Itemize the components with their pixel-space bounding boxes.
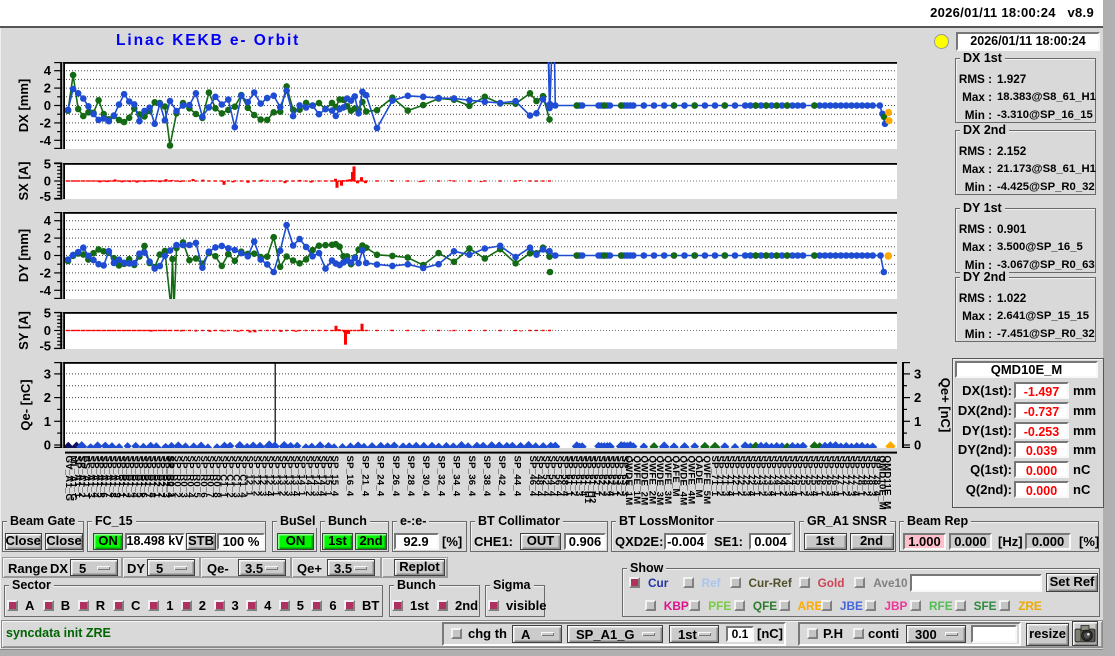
svg-text:2: 2	[914, 390, 921, 405]
svg-text:1: 1	[44, 414, 51, 429]
svg-text:SP_32_4: SP_32_4	[435, 456, 446, 497]
svg-text:SY [A]: SY [A]	[16, 311, 31, 350]
svg-text:SP_42_4: SP_42_4	[496, 456, 507, 497]
svg-text:1: 1	[914, 414, 921, 429]
svg-text:SP_16_4: SP_16_4	[344, 456, 355, 497]
svg-text:SP_21_4: SP_21_4	[359, 456, 370, 497]
svg-text:QMD11E_M: QMD11E_M	[882, 456, 893, 510]
svg-text:-4: -4	[39, 133, 51, 148]
svg-text:SP_24_4: SP_24_4	[375, 456, 386, 497]
svg-text:SP_36_4: SP_36_4	[466, 456, 477, 497]
svg-text:-2: -2	[39, 265, 51, 280]
svg-text:0: 0	[44, 174, 51, 189]
svg-text:Qe- [nC]: Qe- [nC]	[18, 379, 33, 430]
svg-text:0: 0	[44, 98, 51, 113]
svg-text:0: 0	[44, 323, 51, 338]
svg-text:3: 3	[914, 366, 921, 381]
svg-text:4: 4	[44, 213, 52, 228]
svg-text:SP_30_4: SP_30_4	[420, 456, 431, 497]
svg-text:SP_26_4: SP_26_4	[390, 456, 401, 497]
svg-text:DX [mm]: DX [mm]	[16, 79, 31, 132]
svg-text:5: 5	[44, 157, 51, 172]
svg-text:-4: -4	[39, 283, 51, 298]
svg-text:SP_28_4: SP_28_4	[405, 456, 416, 497]
svg-text:-5: -5	[39, 339, 51, 354]
svg-text:-5: -5	[39, 189, 51, 204]
svg-text:2: 2	[44, 81, 51, 96]
svg-text:SP_34_4: SP_34_4	[451, 456, 462, 497]
svg-text:2: 2	[44, 231, 51, 246]
svg-text:2: 2	[44, 390, 51, 405]
svg-text:-2: -2	[39, 115, 51, 130]
svg-text:DY [mm]: DY [mm]	[16, 229, 31, 282]
svg-text:0: 0	[44, 248, 51, 263]
svg-text:SP_44_4: SP_44_4	[511, 456, 522, 497]
svg-text:SP_15_4: SP_15_4	[329, 456, 340, 497]
svg-text:3: 3	[44, 366, 51, 381]
svg-text:0: 0	[914, 438, 921, 453]
svg-text:4: 4	[44, 63, 52, 78]
svg-text:0: 0	[44, 438, 51, 453]
svg-text:SX [A]: SX [A]	[16, 162, 31, 201]
svg-text:5: 5	[44, 306, 51, 321]
svg-text:SP_38_4: SP_38_4	[481, 456, 492, 497]
